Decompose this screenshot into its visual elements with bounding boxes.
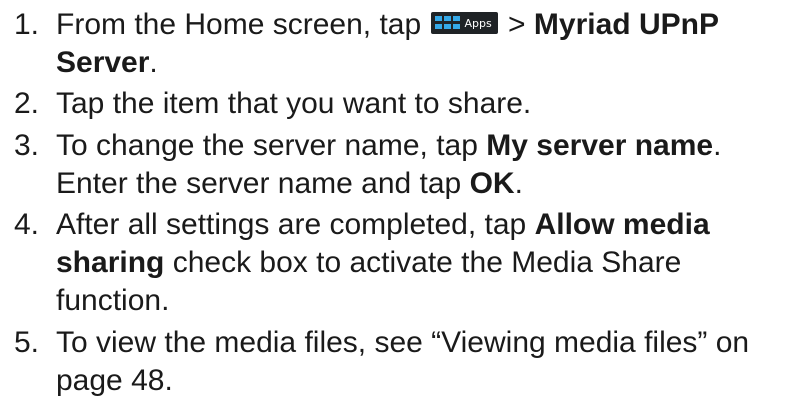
apps-button-badge: Apps: [431, 12, 498, 35]
step-text-line: After all settings are completed, tap Al…: [56, 208, 710, 242]
instruction-text: .: [149, 46, 158, 79]
instruction-text: function.: [56, 284, 170, 317]
instruction-text: .: [713, 129, 722, 162]
step-number: 4.: [14, 208, 40, 241]
apps-icon: [435, 16, 461, 30]
step-number: 2.: [14, 87, 40, 120]
instruction-text: From the Home screen, tap: [56, 8, 430, 41]
step-number: 5.: [14, 326, 40, 359]
step-number: 3.: [14, 129, 40, 162]
instruction-text: Enter the server name and tap: [56, 167, 470, 200]
step-text-line: page 48.: [56, 364, 173, 398]
step-text-line: sharing check box to activate the Media …: [56, 246, 681, 280]
bold-ui-term: My server name: [486, 129, 714, 162]
instruction-text: check box to activate the Media Share: [164, 246, 682, 279]
bold-ui-term: Myriad UPnP: [533, 8, 719, 41]
step-text-line: Tap the item that you want to share.: [56, 87, 531, 121]
bold-ui-term: OK: [469, 167, 515, 200]
bold-ui-term: Allow media: [534, 208, 710, 241]
step-number: 1.: [14, 8, 40, 41]
instruction-steps: 1. From the Home screen, tap Apps > Myria…: [0, 0, 792, 398]
bold-ui-term: Server: [56, 46, 150, 79]
step-text-line: To view the media files, see “Viewing me…: [56, 326, 749, 360]
step-text-line: Server.: [56, 46, 158, 80]
instruction-text: After all settings are completed, tap: [56, 208, 535, 241]
bold-ui-term: sharing: [56, 246, 165, 279]
instruction-text: page 48.: [56, 364, 173, 397]
instruction-text: see “Viewing media files” on: [366, 326, 750, 359]
step-text-line: From the Home screen, tap Apps > Myriad …: [56, 8, 719, 42]
step-text-line: To change the server name, tap My server…: [56, 129, 721, 163]
instruction-text: .: [514, 167, 523, 200]
instruction-text: To view the media files,: [56, 326, 367, 359]
instruction-text: Tap the item that you want to share.: [56, 87, 532, 120]
step-text-line: function.: [56, 284, 169, 318]
step-text-line: Enter the server name and tap OK.: [56, 167, 523, 201]
apps-label: Apps: [464, 17, 492, 31]
instruction-text: >: [499, 8, 534, 41]
instruction-text: To change the server name, tap: [56, 129, 487, 162]
